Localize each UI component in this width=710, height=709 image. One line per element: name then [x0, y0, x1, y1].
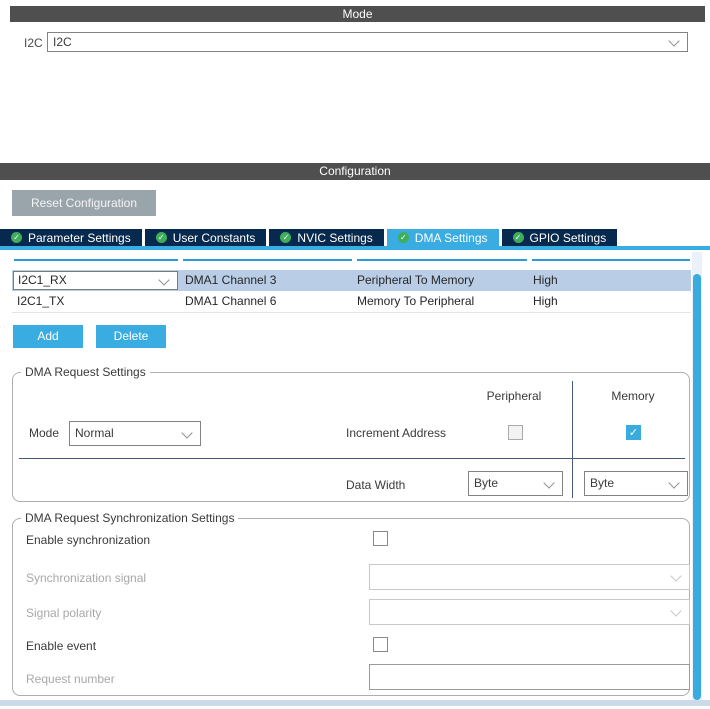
row-divider [19, 458, 685, 459]
bottom-bar [0, 700, 710, 706]
active-tab-indicator [0, 246, 710, 250]
column-divider [572, 381, 573, 498]
tab-user-constants[interactable]: ✓ User Constants [144, 229, 267, 246]
signal-polarity-label: Signal polarity [26, 606, 102, 620]
check-circle-icon: ✓ [512, 232, 524, 243]
request-number-label: Request number [26, 672, 115, 686]
group-legend: DMA Request Settings [21, 365, 150, 379]
tab-gpio-settings[interactable]: ✓ GPIO Settings [501, 229, 618, 246]
memory-data-width-value: Byte [590, 476, 615, 490]
peripheral-increment-checkbox[interactable] [508, 425, 523, 440]
request-number-input[interactable] [369, 664, 690, 690]
check-circle-icon: ✓ [155, 232, 167, 243]
tab-label: DMA Settings [414, 230, 488, 245]
sync-signal-select[interactable] [369, 564, 690, 590]
mode-panel-header: Mode [10, 6, 705, 22]
peripheral-data-width-value: Byte [474, 476, 499, 490]
enable-sync-label: Enable synchronization [26, 533, 151, 547]
priority-cell: High [533, 273, 558, 287]
data-width-label: Data Width [346, 478, 406, 492]
mode-select[interactable]: Normal [69, 421, 201, 446]
dma-sync-settings-group: DMA Request Synchronization Settings Ena… [12, 511, 690, 696]
enable-sync-checkbox[interactable] [373, 531, 388, 546]
dma-request-value: I2C1_RX [18, 273, 67, 287]
mode-select-value: Normal [75, 426, 114, 440]
direction-cell: Memory To Peripheral [357, 294, 475, 308]
enable-event-checkbox[interactable] [373, 637, 388, 652]
channel-cell: DMA1 Channel 6 [185, 294, 277, 308]
tab-nvic-settings[interactable]: ✓ NVIC Settings [269, 229, 384, 246]
group-legend: DMA Request Synchronization Settings [21, 511, 239, 525]
column-underline [183, 259, 352, 261]
peripheral-data-width-select[interactable]: Byte [468, 471, 563, 496]
column-underline [14, 259, 178, 261]
i2c-mode-select[interactable]: I2C [47, 32, 688, 52]
dma-request-combo[interactable]: I2C1_RX [13, 271, 178, 290]
chevron-down-icon [668, 35, 680, 47]
chevron-down-icon [158, 273, 170, 286]
chevron-down-icon [543, 476, 555, 489]
column-underline [532, 259, 690, 261]
tab-label: Parameter Settings [28, 230, 131, 245]
direction-cell: Peripheral To Memory [357, 273, 475, 287]
table-row[interactable]: I2C1_TX DMA1 Channel 6 Memory To Periphe… [12, 291, 691, 313]
check-circle-icon: ✓ [280, 232, 292, 243]
check-circle-icon: ✓ [11, 232, 22, 243]
tab-parameter-settings[interactable]: ✓ Parameter Settings [0, 229, 142, 246]
chevron-down-icon [668, 476, 680, 489]
i2c-mode-select-value: I2C [53, 35, 72, 49]
reset-configuration-button[interactable]: Reset Configuration [12, 190, 156, 216]
table-row[interactable]: I2C1_RX DMA1 Channel 3 Peripheral To Mem… [12, 270, 691, 291]
tab-label: NVIC Settings [297, 230, 373, 245]
tab-dma-settings[interactable]: ✓ DMA Settings [386, 229, 499, 246]
tab-label: GPIO Settings [529, 230, 607, 245]
scrollbar-thumb[interactable] [693, 274, 701, 700]
priority-cell: High [533, 294, 558, 308]
request-cell: I2C1_TX [17, 294, 65, 308]
delete-button[interactable]: Delete [96, 325, 166, 348]
i2c-mode-label: I2C [24, 36, 43, 50]
chevron-down-icon [670, 605, 682, 617]
peripheral-column-header: Peripheral [486, 389, 542, 403]
increment-address-label: Increment Address [346, 426, 447, 440]
channel-cell: DMA1 Channel 3 [185, 273, 277, 287]
configuration-header: Configuration [0, 163, 710, 180]
check-circle-icon: ✓ [397, 232, 409, 243]
add-button[interactable]: Add [13, 325, 83, 348]
mode-label: Mode [29, 426, 60, 440]
dma-request-settings-group: DMA Request Settings Peripheral Memory M… [12, 365, 690, 502]
memory-increment-checkbox[interactable] [626, 425, 641, 440]
column-underline [357, 259, 527, 261]
enable-event-label: Enable event [26, 639, 97, 653]
chevron-down-icon [670, 570, 682, 582]
tab-label: User Constants [172, 230, 256, 245]
signal-polarity-select[interactable] [369, 599, 690, 625]
sync-signal-label: Synchronization signal [26, 571, 147, 585]
settings-tab-bar: ✓ Parameter Settings ✓ User Constants ✓ … [0, 229, 618, 246]
memory-data-width-select[interactable]: Byte [584, 471, 688, 496]
memory-column-header: Memory [611, 389, 655, 403]
chevron-down-icon [181, 426, 193, 439]
